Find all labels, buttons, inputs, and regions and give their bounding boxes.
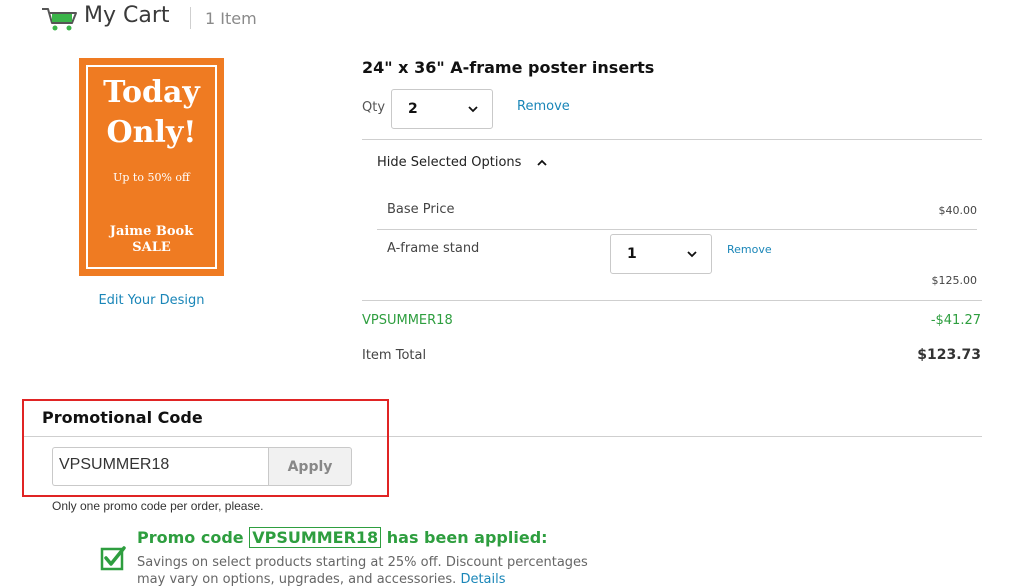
divider [362, 139, 982, 140]
item-total-value: $123.73 [917, 347, 981, 363]
stand-qty-select[interactable]: 1 [610, 234, 712, 274]
savings-description: Savings on select products starting at 2… [137, 555, 588, 587]
promo-section-title: Promotional Code [42, 408, 203, 427]
promo-savings-text: Savings on select products starting at 2… [137, 554, 617, 588]
qty-label: Qty [362, 100, 386, 115]
product-thumbnail[interactable]: Today Only! Up to 50% off Jaime Book SAL… [79, 58, 224, 276]
cart-item-count: 1 Item [205, 9, 257, 28]
divider [362, 300, 982, 301]
qty-value: 2 [408, 101, 418, 117]
promo-discount-value: -$41.27 [930, 313, 981, 328]
promo-note: Only one promo code per order, please. [52, 499, 264, 513]
poster-brand: Jaime Book [109, 224, 194, 239]
promo-applied-suffix: has been applied: [386, 528, 548, 547]
edit-design-link[interactable]: Edit Your Design [79, 293, 224, 308]
remove-item-link[interactable]: Remove [517, 99, 570, 114]
apply-button[interactable]: Apply [268, 447, 352, 486]
promo-applied-code: VPSUMMER18 [249, 527, 382, 548]
promo-applied-message: Promo code VPSUMMER18 has been applied: [137, 527, 548, 548]
title-divider [190, 7, 191, 29]
poster-subtext: Up to 50% off [113, 171, 190, 184]
applied-promo-label: VPSUMMER18 [362, 313, 453, 328]
checkmark-icon [100, 545, 127, 572]
base-price-value: $40.00 [938, 204, 978, 217]
promo-code-input[interactable]: VPSUMMER18 [52, 447, 269, 486]
details-link[interactable]: Details [460, 572, 505, 587]
stand-price-value: $125.00 [931, 274, 978, 287]
stand-qty-value: 1 [627, 246, 637, 262]
poster-sale: SALE [132, 240, 171, 255]
shopping-cart-icon [40, 6, 78, 32]
poster-headline-2: Only! [106, 115, 197, 150]
hide-options-toggle[interactable]: Hide Selected Options [377, 155, 521, 170]
base-price-label: Base Price [387, 202, 455, 217]
chevron-down-icon [468, 106, 478, 113]
chevron-down-icon [687, 251, 697, 258]
item-total-label: Item Total [362, 348, 427, 363]
divider [377, 229, 977, 230]
chevron-up-icon[interactable] [537, 159, 547, 167]
poster-headline-1: Today [103, 75, 200, 110]
qty-select[interactable]: 2 [391, 89, 493, 129]
page-title: My Cart [84, 3, 170, 28]
remove-stand-link[interactable]: Remove [727, 243, 772, 256]
product-title: 24" x 36" A-frame poster inserts [362, 58, 655, 77]
aframe-stand-label: A-frame stand [387, 241, 480, 256]
promo-applied-prefix: Promo code [137, 528, 244, 547]
